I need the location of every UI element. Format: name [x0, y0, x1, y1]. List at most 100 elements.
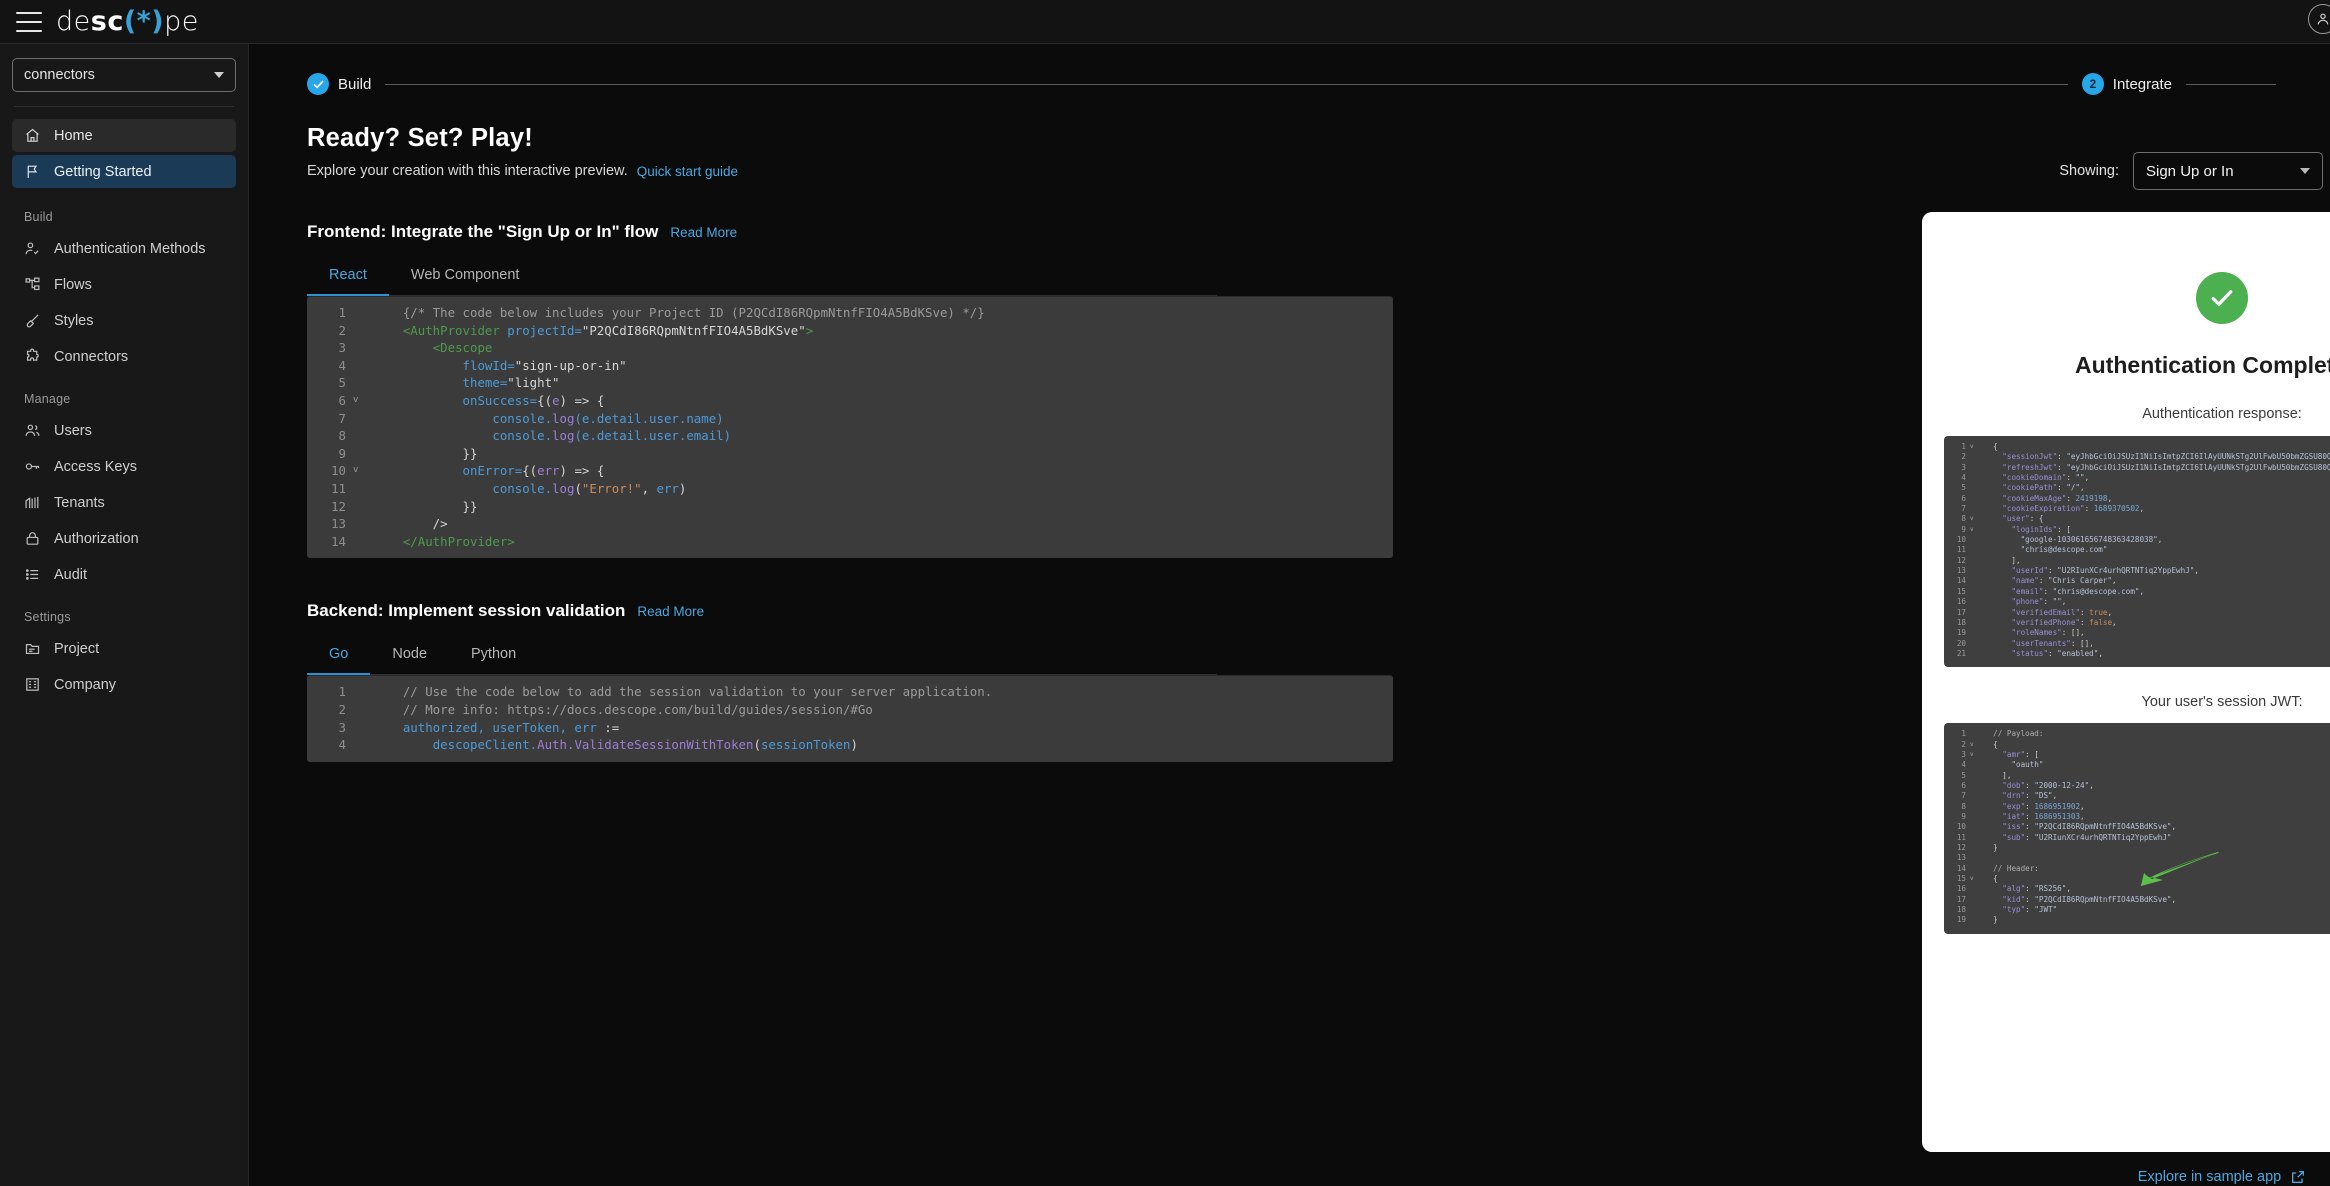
- code-text: ],: [1984, 555, 2021, 565]
- session-jwt-json[interactable]: 1 // Payload: 2 v {3 v "amr": [4 "oauth" 5 ]…: [1944, 723, 2330, 934]
- auth-response-json[interactable]: 1v {2 "sessionJwt": "eyJhbGciOiJSUzI1NiI…: [1944, 436, 2330, 668]
- code-text: "userId": "U2RIunXCr4urhQRTNTiq2YppEwhJ"…: [2011, 566, 2199, 576]
- sidebar-item-tenants[interactable]: Tenants: [12, 486, 236, 519]
- code-line: 4 "cookieDomain": "",: [1944, 473, 2330, 483]
- fold-toggle-icon[interactable]: v: [1970, 442, 1978, 452]
- code-line: 10 v onError={(err) => {: [307, 462, 1393, 480]
- tab-web-component[interactable]: Web Component: [389, 259, 542, 296]
- code-line: 1v {: [1944, 442, 2330, 452]
- frontend-read-more-link[interactable]: Read More: [670, 225, 737, 240]
- line-number: 7: [338, 410, 346, 426]
- account-circle-icon[interactable]: [2308, 4, 2330, 34]
- code-text: "cookiePath": "/",: [2002, 483, 2085, 493]
- stepper-connector: [385, 83, 2068, 85]
- sidebar-item-authentication-methods[interactable]: Authentication Methods: [12, 232, 236, 265]
- sidebar-item-users[interactable]: Users: [12, 414, 236, 447]
- sidebar-item-label: Getting Started: [54, 163, 152, 180]
- flow-selector[interactable]: Sign Up or In: [2133, 152, 2323, 190]
- fold-toggle-icon[interactable]: v: [1970, 874, 1978, 884]
- step-build[interactable]: Build: [307, 73, 371, 95]
- code-text: "userTenants": [],: [2011, 638, 2094, 648]
- line-number: 4: [1961, 760, 1966, 770]
- code-line: 7 "cookieExpiration": 1689370502,: [1944, 504, 2330, 514]
- line-number: 9: [1961, 811, 1966, 821]
- code-line: 2 "sessionJwt": "eyJhbGciOiJSUzI1NiIsImt…: [1944, 452, 2330, 462]
- code-text: "cookieExpiration": 1689370502,: [2002, 504, 2145, 514]
- tab-react[interactable]: React: [307, 259, 389, 296]
- line-number: 20: [1956, 638, 1966, 648]
- code-line: 3 authorized, userToken, err :=: [307, 719, 1393, 737]
- chevron-down-icon: [2300, 168, 2310, 174]
- sidebar-item-project[interactable]: Project: [12, 632, 236, 665]
- code-text: console.log(e.detail.user.email): [492, 428, 732, 444]
- sidebar-group-label-build: Build: [24, 210, 53, 224]
- code-text: ],: [1984, 770, 2012, 780]
- line-number: 19: [1956, 628, 1966, 638]
- code-line: 11 "sub": "U2RIunXCr4urhQRTNTiq2YppEwhJ": [1944, 833, 2330, 843]
- explore-sample-app-link[interactable]: Explore in sample app: [1922, 1169, 2330, 1185]
- code-text: authorized, userToken, err :=: [402, 719, 620, 735]
- backend-read-more-link[interactable]: Read More: [637, 604, 704, 619]
- backend-section-title: Backend: Implement session validation: [307, 601, 626, 621]
- code-line: 10 "google-103061656748363428038",: [1944, 535, 2330, 545]
- code-line: 20 "userTenants": [],: [1944, 639, 2330, 649]
- lock-icon: [24, 530, 41, 547]
- hamburger-menu-icon[interactable]: [16, 11, 42, 32]
- sidebar-item-getting-started[interactable]: Getting Started: [12, 155, 236, 188]
- line-number: 15: [1956, 586, 1966, 596]
- line-number: 21: [1956, 648, 1966, 658]
- code-text: "verifiedEmail": true,: [2011, 607, 2113, 617]
- flow-selector-value: Sign Up or In: [2146, 162, 2234, 180]
- tab-python[interactable]: Python: [449, 638, 538, 675]
- code-line: 1 // Payload:: [1944, 729, 2330, 739]
- sidebar-item-connectors[interactable]: Connectors: [12, 340, 236, 373]
- step-integrate[interactable]: 2 Integrate: [2081, 73, 2172, 95]
- project-selector[interactable]: connectors: [12, 58, 236, 92]
- page-title: Ready? Set? Play!: [307, 124, 533, 152]
- step-label: Build: [338, 75, 372, 93]
- frontend-code-block[interactable]: 1 {/* The code below includes your Proje…: [307, 296, 1393, 559]
- sidebar-item-styles[interactable]: Styles: [12, 304, 236, 337]
- line-number: 4: [338, 737, 346, 753]
- code-text: "amr": [: [2002, 749, 2039, 759]
- sidebar-item-label: Audit: [54, 566, 88, 583]
- sidebar-item-label: Project: [54, 640, 100, 657]
- fold-toggle-icon[interactable]: v: [1970, 750, 1978, 760]
- fold-toggle-icon[interactable]: v: [1970, 740, 1978, 750]
- line-number: 6: [1961, 780, 1966, 790]
- quick-start-guide-link[interactable]: Quick start guide: [637, 164, 738, 179]
- code-text: "status": "enabled",: [2011, 648, 2103, 658]
- line-number: 16: [1956, 597, 1966, 607]
- code-line: 21 "status": "enabled",: [1944, 649, 2330, 659]
- code-line: 14 </AuthProvider>: [307, 533, 1393, 551]
- project-selector-value: connectors: [24, 67, 95, 83]
- code-text: "name": "Chris Carper",: [2011, 576, 2117, 586]
- sidebar-item-label: Styles: [54, 312, 94, 329]
- line-number: 18: [1956, 905, 1966, 915]
- fold-toggle-icon[interactable]: v: [353, 392, 365, 410]
- body-split: connectors Home Getting Started Build Au…: [0, 44, 2330, 1186]
- sidebar-item-access-keys[interactable]: Access Keys: [12, 450, 236, 483]
- fold-toggle-icon[interactable]: v: [1970, 525, 1978, 535]
- code-line: 12 }: [1944, 843, 2330, 853]
- fold-toggle-icon[interactable]: v: [353, 462, 365, 480]
- code-text: "cookieMaxAge": 2419198,: [2002, 493, 2113, 503]
- sidebar-item-authorization[interactable]: Authorization: [12, 522, 236, 555]
- backend-code-block[interactable]: 1 // Use the code below to add the sessi…: [307, 675, 1393, 762]
- code-line: 14 "name": "Chris Carper",: [1944, 576, 2330, 586]
- code-text: // Header:: [1993, 863, 2039, 873]
- auth-completed-title: Authentication Completed!: [2075, 352, 2330, 378]
- fold-toggle-icon[interactable]: v: [1970, 514, 1978, 524]
- line-number: 15: [1956, 874, 1966, 884]
- line-number: 5: [338, 375, 346, 391]
- line-number: 7: [1961, 791, 1966, 801]
- sidebar-item-flows[interactable]: Flows: [12, 268, 236, 301]
- sidebar-item-home[interactable]: Home: [12, 119, 236, 152]
- sidebar-item-label: Flows: [54, 276, 92, 293]
- tab-go[interactable]: Go: [307, 638, 371, 676]
- tab-node[interactable]: Node: [370, 638, 449, 675]
- descope-logo[interactable]: de sc (*) pe: [56, 8, 199, 35]
- code-line: 13: [1944, 853, 2330, 863]
- sidebar-item-audit[interactable]: Audit: [12, 558, 236, 591]
- sidebar-item-company[interactable]: Company: [12, 668, 236, 701]
